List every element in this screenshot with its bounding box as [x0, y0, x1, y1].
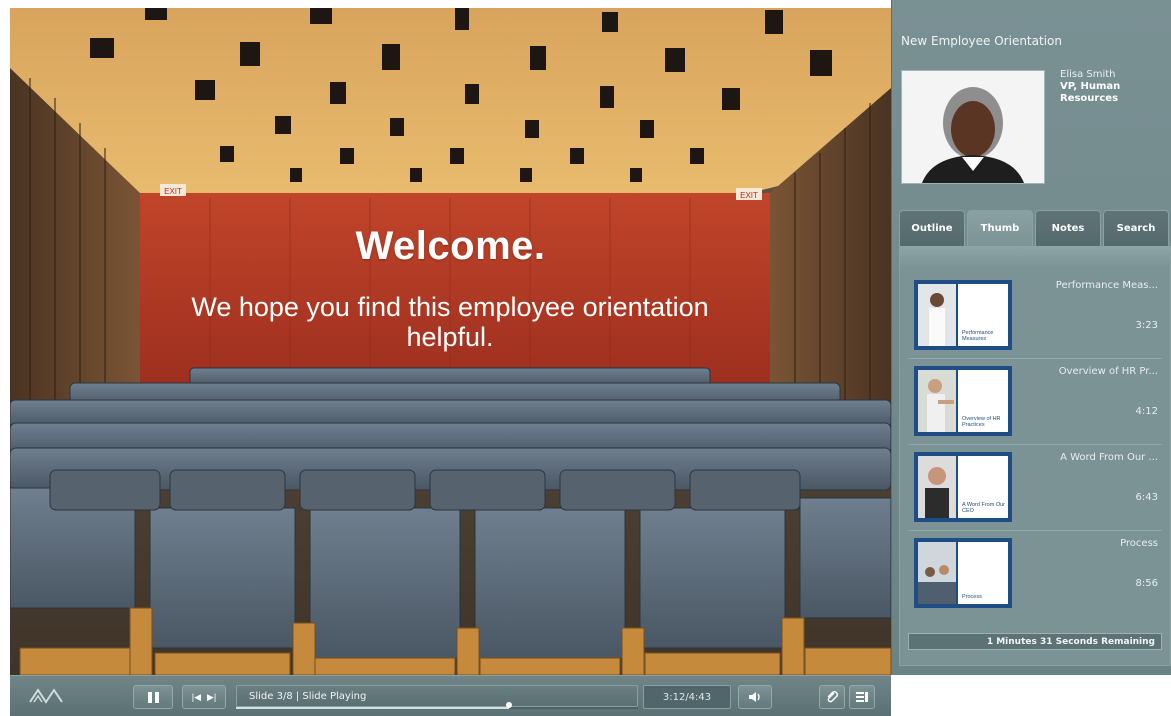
- progress-bar[interactable]: [236, 707, 638, 709]
- slide-item-time: 3:23: [1135, 320, 1158, 331]
- menu-button[interactable]: [849, 685, 875, 709]
- slide-item-title: Overview of HR Pr...: [1058, 366, 1158, 377]
- slide-title: Welcome.: [355, 224, 546, 268]
- slide-status: Slide 3/8 | Slide Playing: [236, 685, 638, 707]
- slide-item-time: 8:56: [1135, 578, 1158, 589]
- list-item[interactable]: A Word From Our CEO A Word From Our ... …: [900, 444, 1170, 531]
- panel-tabs: Outline Thumb Notes Search: [899, 210, 1169, 246]
- slide-item-title: Process: [1120, 538, 1158, 549]
- skip-back-icon[interactable]: |◀: [192, 692, 201, 703]
- slide-stage: EXIT EXIT Welcome. We hope you find this…: [10, 8, 891, 675]
- tab-thumb[interactable]: Thumb: [967, 210, 1033, 246]
- list-item[interactable]: Performance Measures Performance Meas...…: [900, 272, 1170, 359]
- slide-item-time: 4:12: [1135, 406, 1158, 417]
- player-control-bar: |◀ ▶| Slide 3/8 | Slide Playing 3:12/4:4…: [10, 675, 891, 716]
- slide-thumbnail: A Word From Our CEO: [914, 452, 1012, 522]
- time-readout: 3:12/4:43: [643, 685, 731, 709]
- presentation-title: New Employee Orientation: [901, 34, 1062, 48]
- slide-thumbnail: Overview of HR Practices: [914, 366, 1012, 436]
- slide-item-title: A Word From Our ...: [1060, 452, 1158, 463]
- slide-thumbnail: Process: [914, 538, 1012, 608]
- menu-icon: [856, 692, 868, 702]
- brand-logo-icon[interactable]: [28, 684, 64, 708]
- presenter-name: Elisa Smith: [1060, 69, 1116, 80]
- skip-controls: |◀ ▶|: [182, 685, 226, 709]
- thumbnail-label: Overview of HR Practices: [962, 416, 1001, 428]
- attachment-button[interactable]: [819, 685, 845, 709]
- time-remaining: 1 Minutes 31 Seconds Remaining: [908, 633, 1162, 650]
- progress-fill: [236, 707, 510, 709]
- pause-button[interactable]: [133, 685, 173, 709]
- thumbnail-label: Performance Measures: [962, 330, 994, 342]
- presenter-role: VP, Human Resources: [1060, 81, 1121, 104]
- tab-notes[interactable]: Notes: [1035, 210, 1101, 246]
- thumbnail-label: A Word From Our CEO: [962, 502, 1005, 514]
- exit-sign-left: EXIT: [164, 187, 182, 196]
- thumbnail-label: Process: [962, 594, 982, 600]
- presenter-photo: [901, 70, 1045, 184]
- slide-thumbnail: Performance Measures: [914, 280, 1012, 350]
- slide-subtitle: We hope you find this employee orientati…: [191, 292, 709, 352]
- pause-icon: [147, 691, 159, 703]
- skip-forward-icon[interactable]: ▶|: [207, 692, 216, 703]
- tab-outline[interactable]: Outline: [899, 210, 965, 246]
- side-panel: New Employee Orientation Elisa Smith VP,…: [891, 0, 1171, 675]
- volume-icon: [749, 692, 760, 702]
- tab-search[interactable]: Search: [1103, 210, 1169, 246]
- list-header: [900, 246, 1170, 268]
- volume-button[interactable]: [738, 685, 772, 709]
- list-item[interactable]: Overview of HR Practices Overview of HR …: [900, 358, 1170, 445]
- slide-item-title: Performance Meas...: [1055, 280, 1158, 291]
- slide-item-time: 6:43: [1135, 492, 1158, 503]
- attachment-icon: [827, 691, 838, 703]
- scrub-handle[interactable]: [504, 700, 514, 710]
- list-item[interactable]: Process Process 8:56: [900, 530, 1170, 616]
- slide-thumbnail-list: Performance Measures Performance Meas...…: [899, 246, 1171, 666]
- exit-sign-right: EXIT: [740, 191, 758, 200]
